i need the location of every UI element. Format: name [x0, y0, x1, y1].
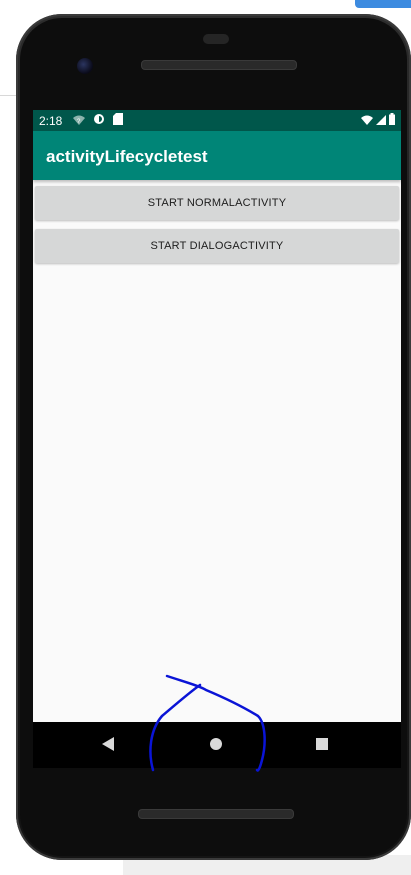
app-title: activityLifecycletest [46, 147, 208, 166]
data-saver-icon [93, 113, 105, 128]
status-time: 2:18 [39, 114, 63, 128]
sd-card-icon [113, 113, 123, 128]
back-icon[interactable] [101, 736, 115, 757]
battery-icon [389, 113, 395, 128]
status-system-icons [361, 113, 395, 128]
bottom-speaker-grille [138, 809, 294, 819]
start-dialog-activity-button[interactable]: START DIALOGACTIVITY [35, 229, 399, 263]
home-icon[interactable] [209, 736, 223, 757]
phone-sensor [203, 34, 229, 44]
camera-icon [77, 58, 93, 74]
wifi-signal-icon [361, 114, 373, 128]
wifi-icon: ? [73, 114, 85, 128]
navigation-bar [33, 722, 401, 768]
cell-signal-icon [376, 114, 386, 128]
status-bar: 2:18 ? [33, 110, 401, 131]
recents-icon[interactable] [315, 736, 329, 757]
start-normal-activity-button[interactable]: START NORMALACTIVITY [35, 186, 399, 220]
app-toolbar: activityLifecycletest [33, 131, 401, 180]
device-screen: 2:18 ? activityLifecycletest START NORMA… [33, 110, 401, 722]
top-speaker-grille [141, 60, 297, 70]
status-notification-icons: ? [73, 113, 123, 128]
desktop-toolbar-button[interactable] [355, 0, 411, 8]
